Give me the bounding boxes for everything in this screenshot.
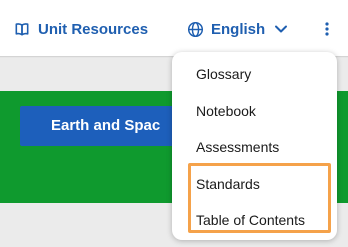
more-options-button[interactable] (318, 17, 336, 41)
unit-resources-button[interactable]: Unit Resources (15, 17, 148, 41)
top-bar: Unit Resources English (0, 0, 348, 57)
language-selector[interactable]: English (187, 17, 288, 41)
menu-item-table-of-contents[interactable]: Table of Contents (196, 208, 305, 232)
globe-icon (187, 21, 204, 38)
menu-item-assessments[interactable]: Assessments (196, 135, 279, 159)
language-label: English (211, 20, 266, 38)
menu-item-notebook[interactable]: Notebook (196, 99, 256, 123)
menu-item-glossary[interactable]: Glossary (196, 62, 251, 86)
menu-item-standards[interactable]: Standards (196, 172, 260, 196)
unit-resources-label: Unit Resources (38, 20, 149, 38)
unit-title: Earth and Spac (51, 117, 161, 134)
book-open-icon (15, 22, 29, 36)
chevron-down-icon (274, 24, 288, 34)
kebab-menu-icon (325, 22, 329, 36)
unit-resources-menu: Glossary Notebook Assessments Standards … (172, 52, 337, 240)
